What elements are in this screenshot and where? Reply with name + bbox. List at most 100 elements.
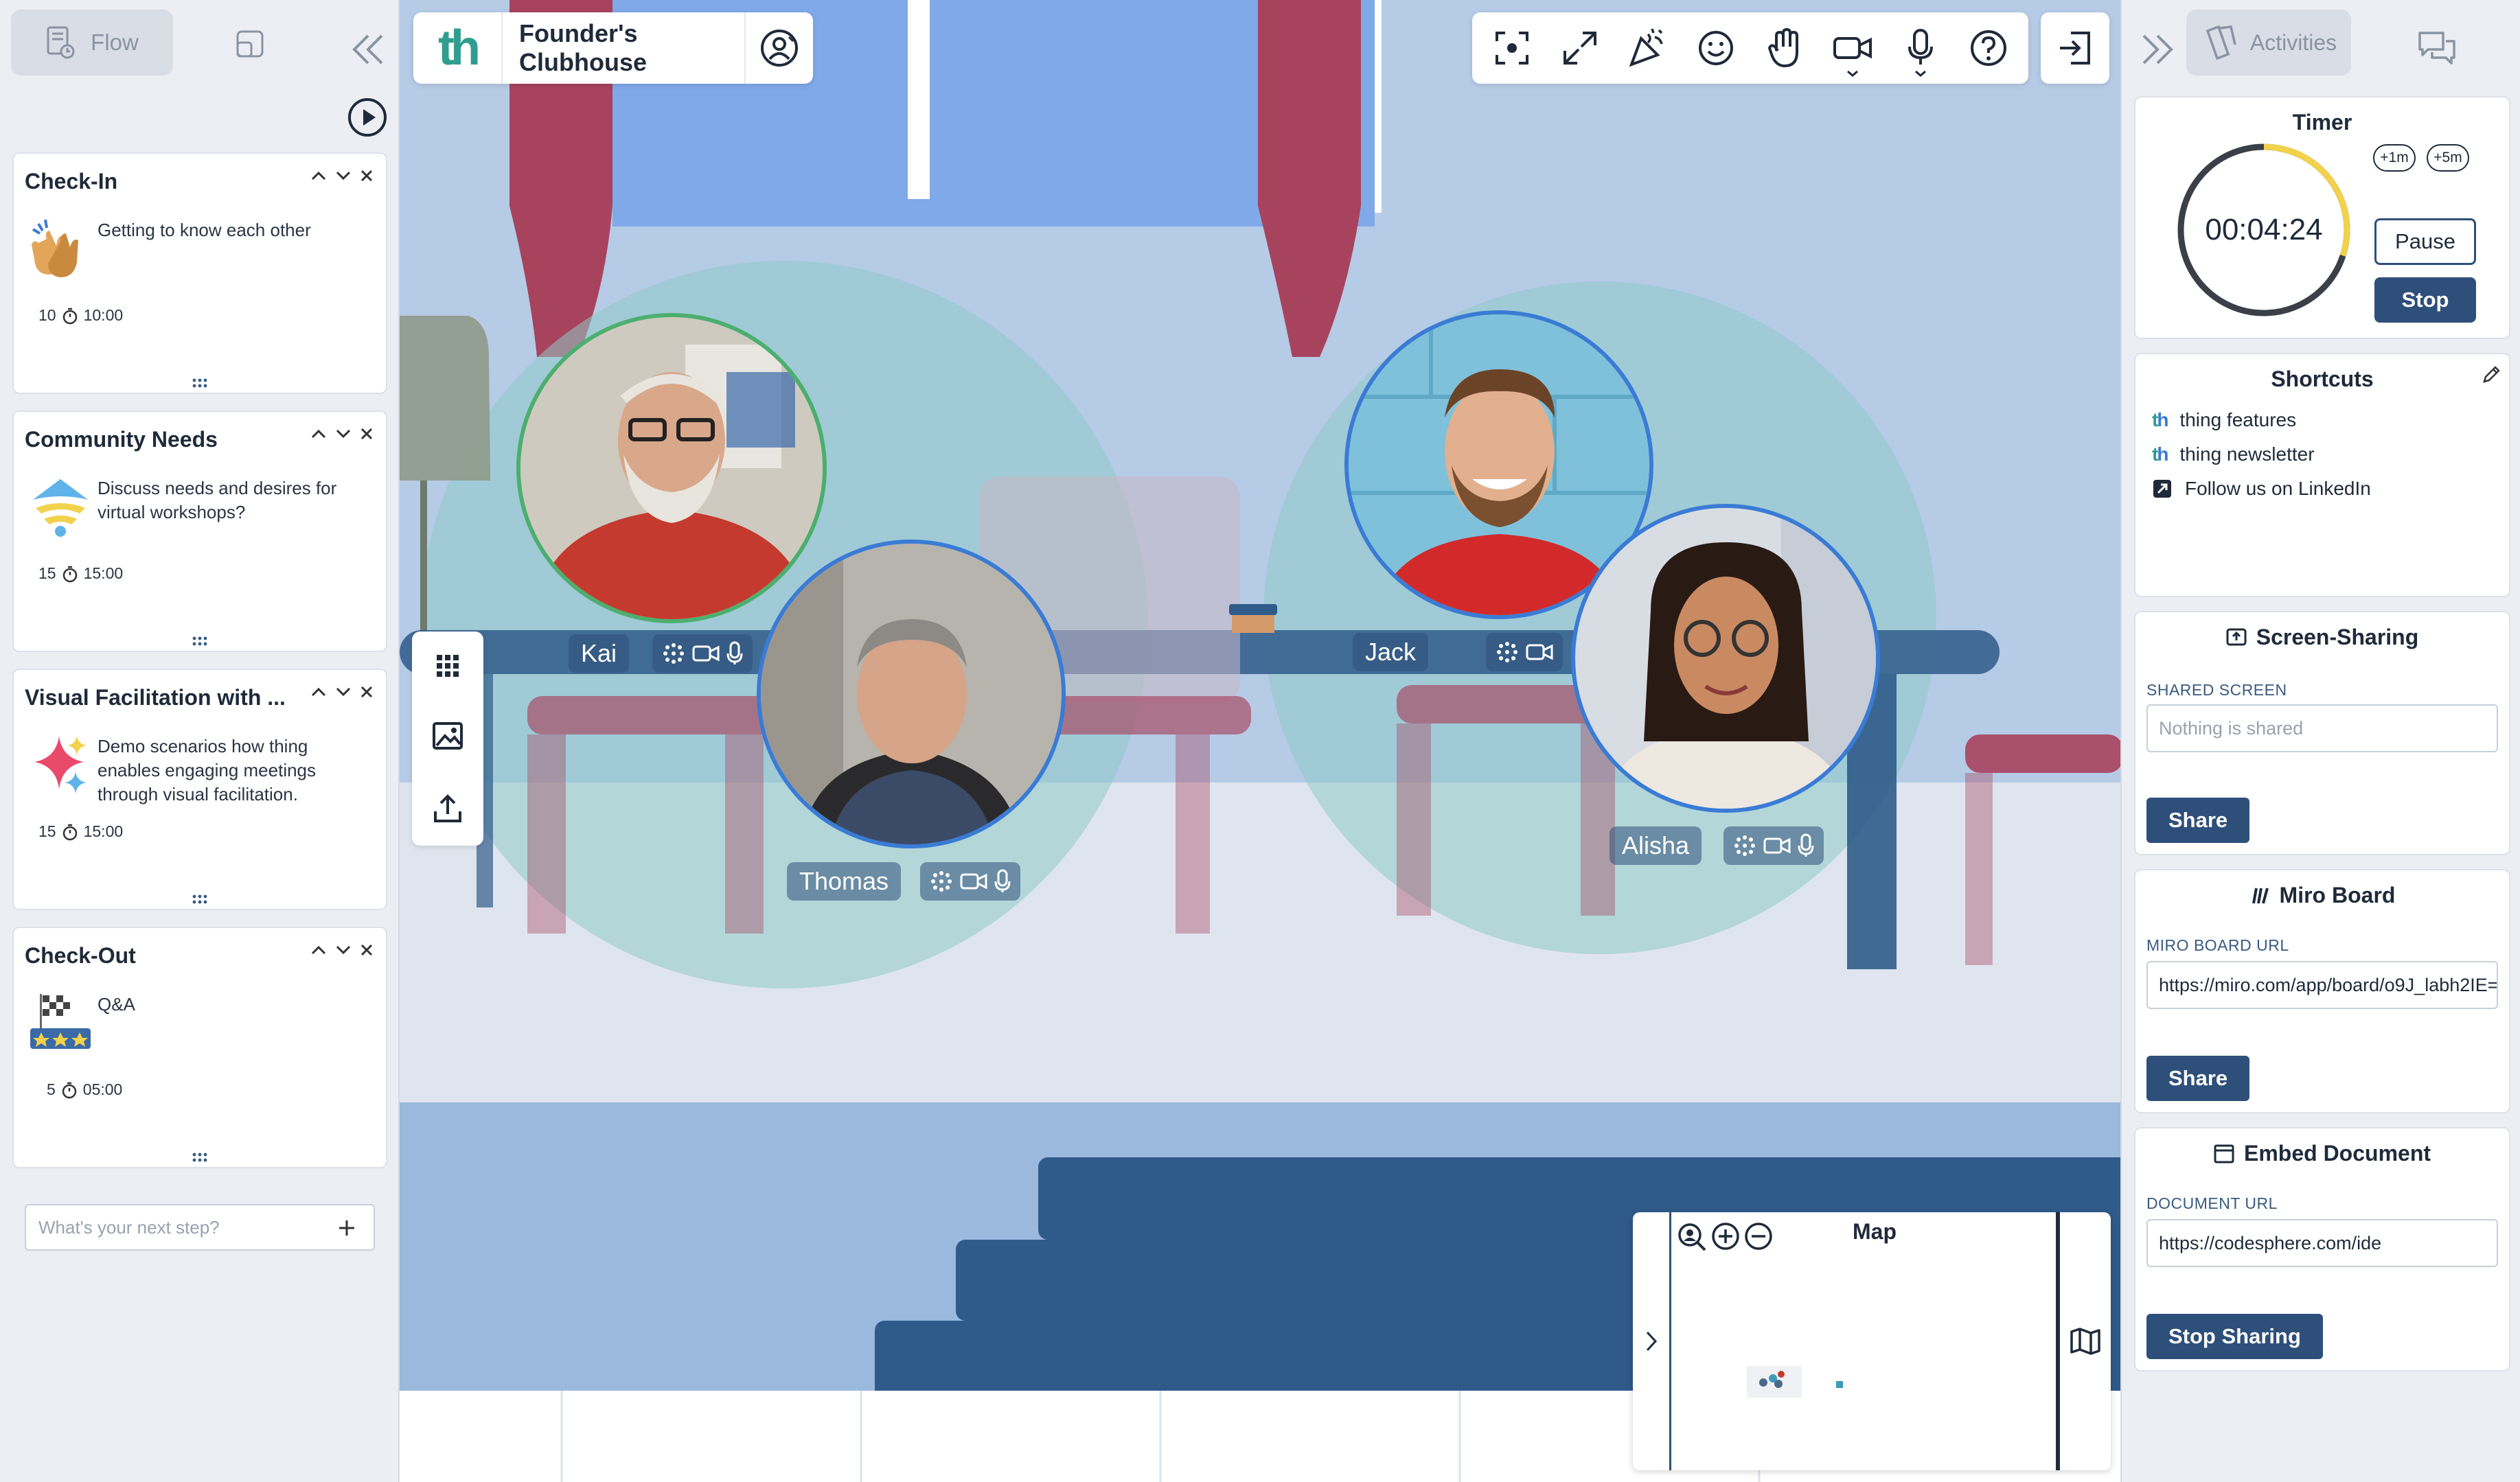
participant-name-thomas: Thomas	[787, 862, 902, 901]
upload-icon[interactable]	[431, 792, 464, 825]
participant-controls-alisha	[1723, 826, 1824, 865]
chevron-down-icon[interactable]	[1914, 69, 1927, 78]
raise-hand-button[interactable]	[1754, 17, 1815, 79]
chevron-down-icon[interactable]	[335, 945, 352, 956]
agenda-card-community-needs[interactable]: Community Needs Discuss needs and desire…	[12, 410, 387, 652]
microphone-icon[interactable]	[994, 869, 1011, 894]
video-camera-icon[interactable]	[960, 871, 987, 892]
minimap-panel: Map	[1633, 1212, 2111, 1470]
drag-handle-icon[interactable]	[192, 378, 207, 389]
share-miro-button[interactable]: Share	[2146, 1056, 2250, 1101]
dots-icon[interactable]	[1733, 834, 1756, 857]
video-camera-icon[interactable]	[692, 643, 720, 664]
participants-button[interactable]	[744, 12, 813, 84]
minimap-expand[interactable]	[1633, 1212, 1671, 1470]
tab-activities[interactable]: Activities	[2186, 10, 2351, 76]
close-icon[interactable]	[360, 169, 374, 183]
room-name: Founder's Clubhouse	[519, 19, 647, 76]
chevron-down-icon[interactable]	[335, 686, 352, 697]
share-screen-button[interactable]: Share	[2146, 798, 2250, 843]
image-icon[interactable]	[431, 721, 464, 751]
microphone-icon[interactable]	[726, 641, 743, 666]
play-icon[interactable]	[346, 96, 389, 139]
collapse-right-icon[interactable]	[2138, 30, 2177, 69]
participant-name-jack: Jack	[1353, 633, 1429, 671]
agenda-card-title: Community Needs	[25, 427, 218, 452]
close-icon[interactable]	[360, 685, 374, 699]
stopwatch-icon	[62, 824, 77, 840]
close-icon[interactable]	[360, 427, 374, 441]
stopwatch-icon	[62, 308, 77, 324]
plus-icon[interactable]	[338, 1219, 356, 1237]
agenda-card-check-out[interactable]: Check-Out Q&A 5 05:00	[12, 927, 387, 1168]
participant-video-kai[interactable]	[516, 313, 827, 623]
shortcut-linkedin[interactable]: Follow us on LinkedIn	[2152, 478, 2371, 500]
stop-timer-button[interactable]: Stop	[2374, 277, 2476, 323]
duration-time: 05:00	[82, 1080, 123, 1098]
stopwatch-icon	[62, 566, 77, 582]
drag-handle-icon[interactable]	[192, 894, 207, 905]
celebrate-button[interactable]	[1617, 17, 1679, 79]
add-5m-button[interactable]: +5m	[2427, 144, 2469, 172]
window-toggle-icon[interactable]	[232, 26, 268, 62]
agenda-card-visual-facilitation[interactable]: Visual Facilitation with ... Demo scenar…	[12, 669, 387, 910]
grid-icon[interactable]	[434, 652, 461, 680]
hand-icon	[1767, 28, 1798, 67]
zoom-out-icon[interactable]	[1744, 1222, 1773, 1251]
zoom-in-icon[interactable]	[1711, 1222, 1740, 1251]
focus-button[interactable]	[1481, 17, 1543, 79]
shared-screen-input[interactable]	[2146, 704, 2498, 752]
dots-icon[interactable]	[930, 870, 953, 893]
camera-button[interactable]	[1822, 17, 1883, 79]
chevron-up-icon[interactable]	[310, 686, 327, 697]
dots-icon[interactable]	[1496, 640, 1519, 664]
chevron-down-icon[interactable]	[335, 428, 352, 439]
agenda-card-check-in[interactable]: Check-In Getting to know each other 10 1…	[12, 152, 387, 394]
chevron-up-icon[interactable]	[310, 170, 327, 181]
participant-video-alisha[interactable]	[1571, 504, 1880, 813]
thing-logo-icon: th	[2152, 443, 2168, 465]
video-camera-icon[interactable]	[1763, 835, 1791, 856]
duration-minutes: 15	[38, 822, 56, 840]
agenda-card-controls	[310, 943, 374, 957]
activities-icon	[2206, 25, 2236, 60]
participant-video-thomas[interactable]	[757, 540, 1066, 848]
agenda-card-duration: 10 10:00	[38, 306, 123, 325]
miro-url-input[interactable]	[2146, 961, 2498, 1009]
duration-minutes: 5	[47, 1080, 56, 1098]
chevron-down-icon[interactable]	[1846, 69, 1859, 78]
next-step-input[interactable]	[26, 1205, 328, 1249]
microphone-icon[interactable]	[1798, 833, 1814, 858]
chevron-down-icon[interactable]	[335, 170, 352, 181]
shortcut-thing-newsletter[interactable]: th thing newsletter	[2152, 443, 2315, 465]
tab-flow[interactable]: Flow	[11, 10, 173, 76]
minimap-viewport[interactable]	[1743, 1363, 1853, 1404]
microphone-button[interactable]	[1890, 17, 1951, 79]
drag-handle-icon[interactable]	[192, 636, 207, 647]
chat-icon[interactable]	[2413, 23, 2461, 71]
close-icon[interactable]	[360, 943, 374, 957]
fullscreen-button[interactable]	[1549, 17, 1611, 79]
miro-title: Miro Board	[2279, 883, 2396, 907]
shortcut-thing-features[interactable]: th thing features	[2152, 409, 2296, 431]
dots-icon[interactable]	[662, 642, 685, 665]
stop-sharing-button[interactable]: Stop Sharing	[2146, 1314, 2323, 1359]
video-camera-icon[interactable]	[1526, 642, 1553, 662]
minimap-toggle[interactable]	[2056, 1212, 2111, 1470]
pencil-icon[interactable]	[2480, 364, 2502, 386]
chevron-up-icon[interactable]	[310, 945, 327, 956]
leave-room-button[interactable]	[2041, 12, 2109, 84]
help-button[interactable]	[1958, 17, 2019, 79]
embed-window-icon	[2214, 1144, 2234, 1163]
screen-sharing-panel: Screen-Sharing SHARED SCREEN Share	[2134, 611, 2510, 855]
drag-handle-icon[interactable]	[192, 1152, 207, 1163]
agenda-card-controls	[310, 169, 374, 183]
chevron-up-icon[interactable]	[310, 428, 327, 439]
add-1m-button[interactable]: +1m	[2373, 144, 2416, 172]
reaction-button[interactable]	[1685, 17, 1747, 79]
zoom-fit-icon[interactable]	[1677, 1222, 1707, 1252]
room-canvas[interactable]: th Founder's Clubhouse Kai Thomas Jack A…	[400, 0, 2120, 1482]
collapse-left-icon[interactable]	[349, 30, 387, 69]
pause-button[interactable]: Pause	[2374, 218, 2476, 265]
document-url-input[interactable]	[2146, 1219, 2498, 1267]
